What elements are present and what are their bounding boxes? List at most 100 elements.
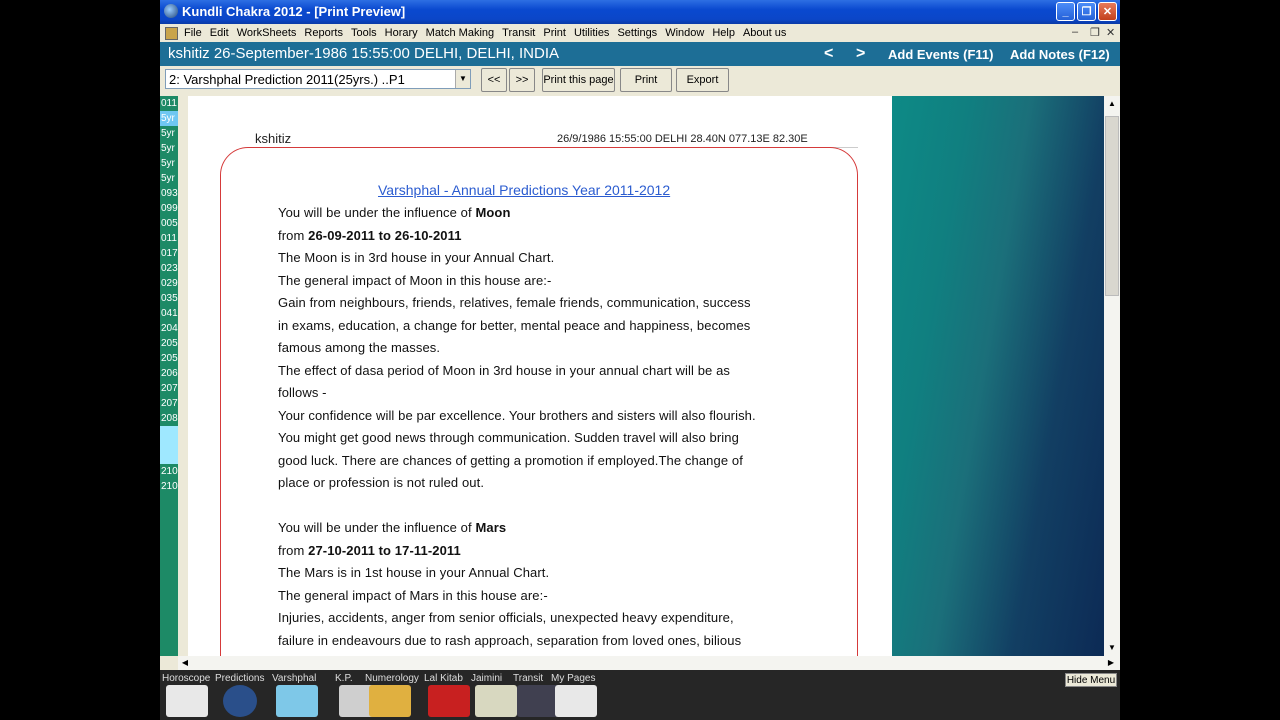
left-list-item[interactable]: 011 [160, 231, 178, 246]
left-list-item[interactable]: 093 [160, 186, 178, 201]
module-tab-predictions[interactable]: Predictions [215, 671, 275, 720]
my-pages-icon[interactable] [555, 685, 597, 717]
line-emphasis: Moon [475, 205, 511, 220]
next-arrow-icon[interactable]: > [856, 45, 865, 63]
left-list-item[interactable]: 017 [160, 246, 178, 261]
prediction-line: Your confidence will be par excellence. … [278, 408, 756, 423]
left-list-item[interactable]: 099 [160, 201, 178, 216]
window-title: Kundli Chakra 2012 - [Print Preview] [182, 4, 406, 19]
line-text: good luck. There are chances of getting … [278, 452, 743, 468]
prediction-line: The general impact of Moon in this house… [278, 273, 551, 288]
preview-toolbar: 2: Varshphal Prediction 2011(25yrs.) ..P… [160, 66, 1120, 96]
line-text: The general impact of Mars in this house… [278, 587, 548, 603]
left-list-item[interactable]: 210 [160, 479, 178, 494]
left-list-item[interactable]: 205 [160, 351, 178, 366]
menu-item-settings[interactable]: Settings [613, 24, 661, 42]
close-button[interactable]: ✕ [1098, 2, 1117, 21]
left-list-item[interactable]: 035 [160, 291, 178, 306]
module-tab-horoscope[interactable]: Horoscope [162, 671, 222, 720]
minimize-button[interactable]: _ [1056, 2, 1075, 21]
menu-item-tools[interactable]: Tools [347, 24, 381, 42]
left-list-item[interactable]: 206 [160, 366, 178, 381]
left-list-item[interactable]: 041 [160, 306, 178, 321]
left-list-item[interactable]: 207 [160, 381, 178, 396]
hide-menu-button[interactable]: Hide Menu [1065, 673, 1117, 687]
left-list-item[interactable]: 023 [160, 261, 178, 276]
menu-item-reports[interactable]: Reports [300, 24, 347, 42]
left-list-panel[interactable]: 011 5yr 5yr 5yr 5yr 5yr 093 099 005 011 017 023 029 0… [160, 96, 178, 656]
menu-item-window[interactable]: Window [661, 24, 708, 42]
document-icon[interactable] [165, 27, 178, 40]
left-list-item[interactable]: 011 [160, 96, 178, 111]
left-list-item[interactable]: 005 [160, 216, 178, 231]
print-button[interactable]: Print [620, 68, 672, 92]
vertical-scrollbar[interactable]: ▲ ▼ [1104, 96, 1120, 656]
module-tab-numerology[interactable]: Numerology [365, 671, 425, 720]
lal-kitab-book-icon[interactable] [428, 685, 470, 717]
menu-item-worksheets[interactable]: WorkSheets [233, 24, 301, 42]
left-list-item[interactable]: 5yr [160, 111, 178, 126]
page-header-details: 26/9/1986 15:55:00 DELHI 28.40N 077.13E … [557, 133, 808, 145]
left-list-item[interactable] [160, 426, 178, 464]
menu-item-edit[interactable]: Edit [206, 24, 233, 42]
print-this-page-button[interactable]: Print this page [542, 68, 615, 92]
menu-item-transit[interactable]: Transit [498, 24, 539, 42]
add-notes-button[interactable]: Add Notes (F12) [1010, 47, 1110, 62]
scroll-right-icon[interactable]: ▶ [1104, 656, 1118, 670]
scroll-left-icon[interactable]: ◀ [178, 656, 192, 670]
title-bar[interactable]: Kundli Chakra 2012 - [Print Preview] _ ❐… [160, 0, 1120, 24]
page-select[interactable]: 2: Varshphal Prediction 2011(25yrs.) ..P… [165, 69, 471, 89]
left-list-item[interactable]: 208 [160, 411, 178, 426]
next-page-button[interactable]: >> [509, 68, 535, 92]
horoscope-chart-icon[interactable] [166, 685, 208, 717]
module-tab-label: Jaimini [471, 673, 503, 684]
workspace-background [892, 96, 1104, 656]
previous-arrow-icon[interactable]: < [824, 45, 833, 63]
horizontal-scrollbar[interactable]: ◀ ▶ [178, 656, 1120, 670]
mdi-minimize-button[interactable]: – [1072, 26, 1078, 38]
left-list-item[interactable]: 5yr [160, 141, 178, 156]
menu-item-horary[interactable]: Horary [381, 24, 422, 42]
menu-item-utilities[interactable]: Utilities [570, 24, 613, 42]
jaimini-icon[interactable] [475, 685, 517, 717]
scroll-up-icon[interactable]: ▲ [1104, 96, 1120, 112]
line-text: in exams, education, a change for better… [278, 317, 751, 333]
menu-item-match-making[interactable]: Match Making [422, 24, 498, 42]
left-list-item[interactable]: 205 [160, 336, 178, 351]
module-tab-label: Horoscope [162, 673, 211, 684]
left-list-item[interactable]: 207 [160, 396, 178, 411]
mdi-restore-button[interactable]: ❐ [1090, 26, 1100, 39]
prediction-line: You might get good news through communic… [278, 430, 739, 445]
menu-item-print[interactable]: Print [539, 24, 570, 42]
module-tab-varshphal[interactable]: Varshphal [272, 671, 332, 720]
scroll-down-icon[interactable]: ▼ [1104, 640, 1120, 656]
add-events-button[interactable]: Add Events (F11) [888, 47, 993, 62]
prediction-heading[interactable]: Varshphal - Annual Predictions Year 2011… [378, 182, 670, 198]
left-list-item[interactable]: 5yr [160, 156, 178, 171]
left-list-item[interactable]: 210 [160, 464, 178, 479]
chart-info-bar: kshitiz 26-September-1986 15:55:00 DELHI… [160, 42, 1120, 66]
left-list-item[interactable]: 5yr [160, 171, 178, 186]
print-preview-page: kshitiz 26/9/1986 15:55:00 DELHI 28.40N … [188, 96, 892, 656]
module-bar: Horoscope Predictions Varshphal K.P. Numerol… [160, 670, 1120, 720]
varshphal-calendar-icon[interactable] [276, 685, 318, 717]
menu-item-file[interactable]: File [180, 24, 206, 42]
module-tab-my-pages[interactable]: My Pages [551, 671, 611, 720]
previous-page-button[interactable]: << [481, 68, 507, 92]
menu-item-about-us[interactable]: About us [739, 24, 790, 42]
left-list-item[interactable]: 204 [160, 321, 178, 336]
prediction-line: place or profession is not ruled out. [278, 475, 484, 490]
line-text: failure in endeavours due to rash approa… [278, 632, 742, 648]
prediction-line: The effect of dasa period of Moon in 3rd… [278, 363, 730, 378]
left-list-item[interactable]: 5yr [160, 126, 178, 141]
left-list-item[interactable]: 029 [160, 276, 178, 291]
predictions-wheel-icon[interactable] [223, 685, 257, 717]
chevron-down-icon[interactable]: ▼ [455, 70, 470, 88]
mdi-close-button[interactable]: ✕ [1106, 26, 1115, 39]
scroll-thumb[interactable] [1105, 116, 1119, 296]
restore-button[interactable]: ❐ [1077, 2, 1096, 21]
export-button[interactable]: Export [676, 68, 729, 92]
numerology-numbers-icon[interactable] [369, 685, 411, 717]
menu-item-help[interactable]: Help [708, 24, 739, 42]
line-text: Injuries, accidents, anger from senior o… [278, 610, 734, 625]
